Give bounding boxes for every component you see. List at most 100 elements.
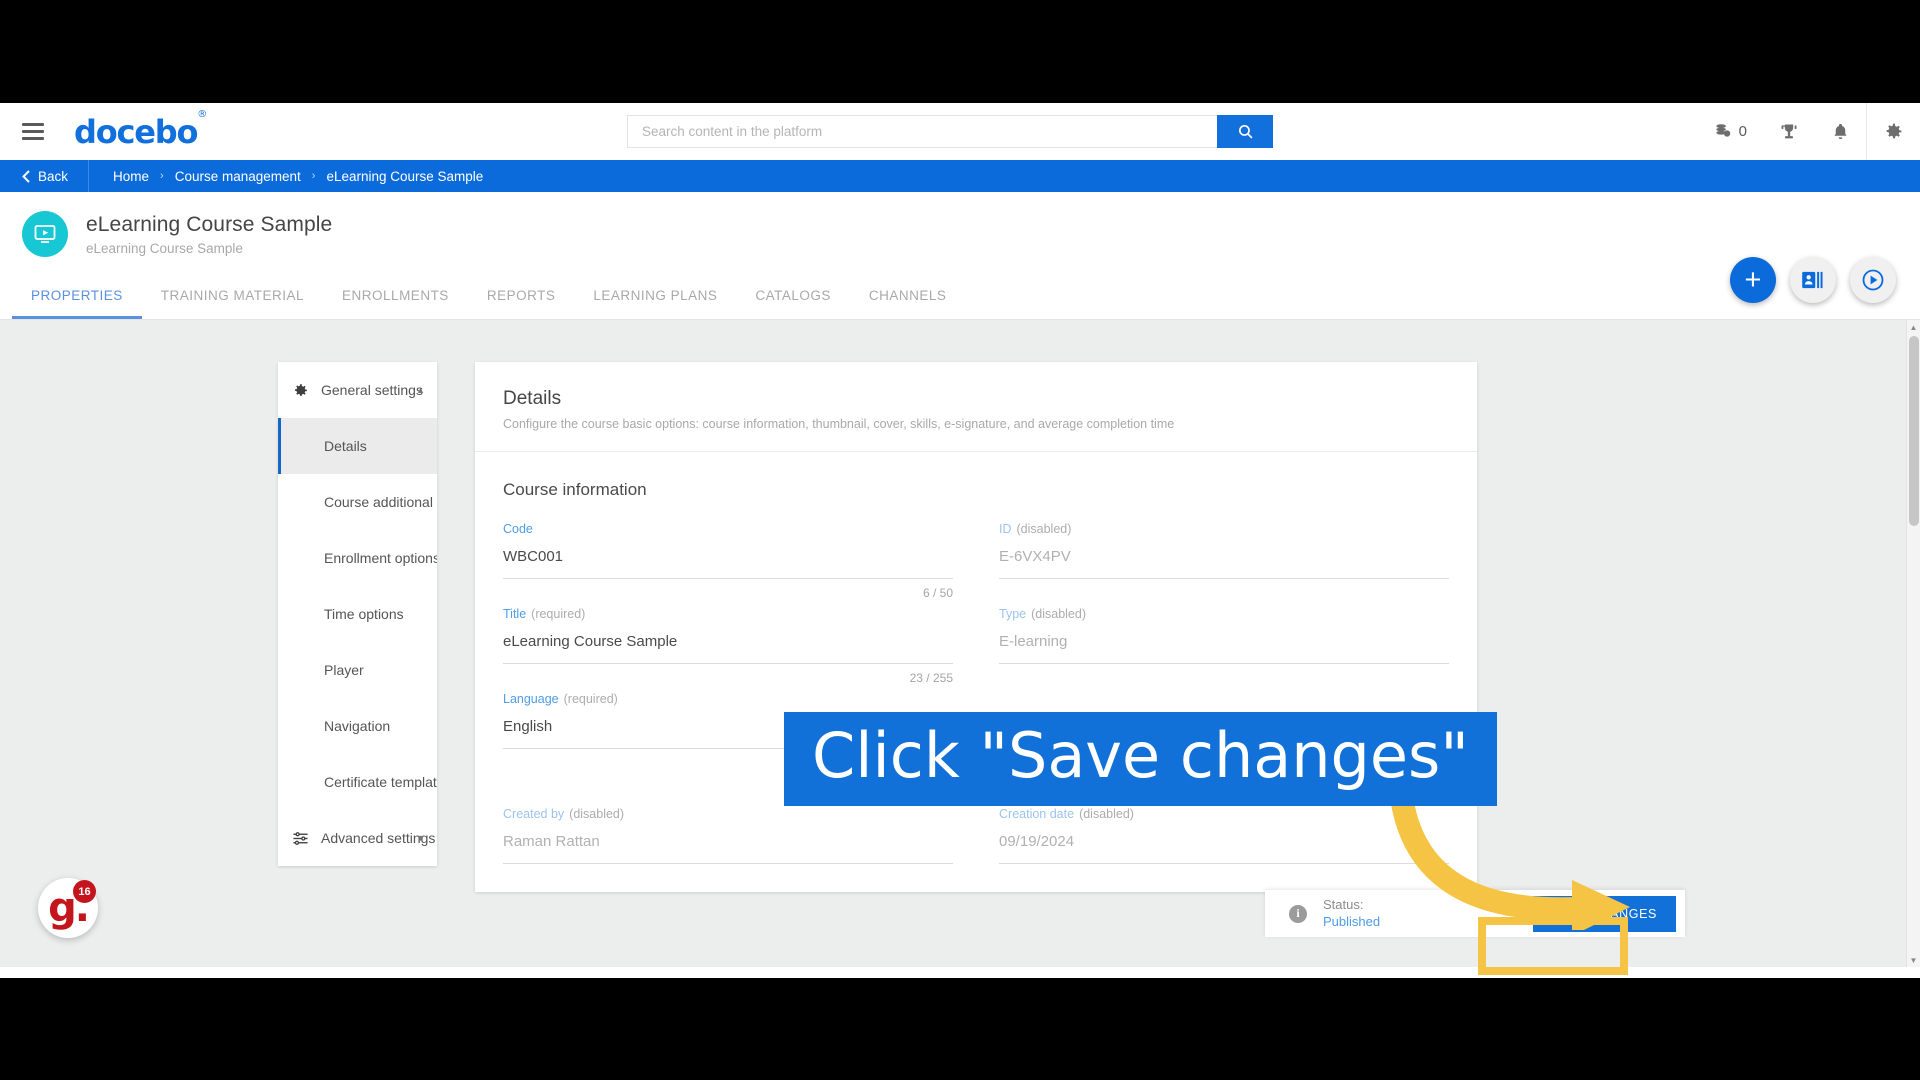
title-input[interactable]: eLearning Course Sample	[503, 633, 953, 664]
play-course-button[interactable]	[1850, 257, 1896, 303]
created-by-input: Raman Rattan	[503, 833, 953, 864]
instruction-callout: Click "Save changes"	[784, 712, 1497, 806]
code-input[interactable]: WBC001	[503, 548, 953, 579]
search-area	[627, 115, 1273, 148]
guidde-watermark[interactable]: g. 16	[38, 878, 98, 938]
tab-reports[interactable]: REPORTS	[468, 288, 575, 319]
details-heading: Details	[503, 388, 562, 409]
chevron-down-icon: ▼	[416, 833, 425, 843]
logo-trademark: ®	[197, 108, 207, 120]
scroll-up-arrow[interactable]: ▲	[1907, 320, 1920, 334]
language-hint: (required)	[563, 692, 618, 706]
hamburger-icon[interactable]	[22, 123, 44, 140]
field-row-created: Created by (disabled) Raman Rattan Creati…	[503, 807, 1449, 892]
field-label: Created by (disabled)	[503, 807, 953, 821]
play-circle-icon	[1862, 269, 1884, 291]
elearning-course-icon	[34, 225, 56, 243]
created-by-label: Created by	[503, 807, 565, 821]
header-actions: 0	[1698, 103, 1920, 160]
back-label: Back	[38, 168, 69, 184]
creation-date-hint: (disabled)	[1079, 807, 1134, 821]
field-label: Language (required)	[503, 692, 953, 706]
breadcrumb-item-home[interactable]: Home	[113, 169, 149, 184]
chevron-right-icon: ›	[160, 170, 164, 182]
id-counter	[999, 586, 1449, 601]
enroll-users-button[interactable]	[1790, 257, 1836, 303]
field-label: Title (required)	[503, 607, 953, 621]
section-title-course-information: Course information	[503, 480, 647, 499]
sidebar-group-general-settings[interactable]: General settings ▲	[278, 362, 437, 418]
search-input[interactable]	[627, 115, 1217, 148]
field-label: Type (disabled)	[999, 607, 1449, 621]
sidebar-item-details[interactable]: Details	[278, 418, 437, 474]
sidebar-group-advanced-settings[interactable]: Advanced settings ▼	[278, 810, 437, 866]
avatar	[22, 211, 68, 257]
coins-indicator[interactable]: 0	[1698, 103, 1763, 160]
coins-icon	[1716, 124, 1730, 137]
code-counter: 6 / 50	[922, 586, 953, 600]
type-input: E-learning	[999, 633, 1449, 664]
field-row-code-id: Code WBC001 6 / 50 ID (disabled) E-6VX4PV	[503, 522, 1449, 607]
created-by-hint: (disabled)	[569, 807, 625, 821]
info-icon: i	[1289, 904, 1307, 923]
course-tabs: PROPERTIES TRAINING MATERIAL ENROLLMENTS…	[0, 276, 1920, 320]
scrollbar-thumb[interactable]	[1909, 336, 1919, 526]
type-hint: (disabled)	[1031, 607, 1086, 621]
type-counter	[999, 671, 1449, 686]
tab-training-material[interactable]: TRAINING MATERIAL	[142, 288, 323, 319]
sidebar-item-certificate-templates[interactable]: Certificate templates	[278, 754, 437, 810]
details-card-header: Details Configure the course basic optio…	[475, 362, 1477, 452]
status-badge: Published	[1323, 913, 1381, 929]
title-counter: 23 / 255	[909, 671, 953, 685]
field-label: Code	[503, 522, 953, 536]
created-by-counter	[503, 871, 953, 886]
trophy-icon	[1781, 124, 1797, 138]
sidebar-item-course-additional-fields[interactable]: Course additional fields	[278, 474, 437, 530]
title-hint: (required)	[531, 607, 586, 621]
tab-channels[interactable]: CHANNELS	[850, 288, 966, 319]
sidebar-item-enrollment-options[interactable]: Enrollment options	[278, 530, 437, 586]
search-button[interactable]	[1217, 115, 1273, 148]
sidebar-item-navigation[interactable]: Navigation	[278, 698, 437, 754]
field-title: Title (required) eLearning Course Sample …	[503, 607, 953, 692]
admin-settings-button[interactable]	[1867, 103, 1920, 160]
sidebar-item-player[interactable]: Player	[278, 642, 437, 698]
gear-icon	[292, 382, 314, 399]
page-subtitle: eLearning Course Sample	[86, 240, 243, 256]
gamification-button[interactable]	[1763, 103, 1815, 160]
settings-sidebar: General settings ▲ Details Course additi…	[278, 362, 437, 866]
breadcrumb-item-course-management[interactable]: Course management	[175, 169, 301, 184]
details-card: Details Configure the course basic optio…	[475, 362, 1477, 892]
top-header: docebo® 0	[0, 103, 1920, 160]
floating-action-buttons: +	[1730, 257, 1896, 303]
tab-learning-plans[interactable]: LEARNING PLANS	[574, 288, 736, 319]
chevron-up-icon: ▲	[416, 385, 425, 395]
scroll-down-arrow[interactable]: ▼	[1907, 953, 1920, 967]
title-label: Title	[503, 607, 527, 621]
coins-count: 0	[1738, 123, 1747, 140]
logo-text: docebo	[74, 112, 198, 151]
creation-date-input: 09/19/2024	[999, 833, 1449, 864]
id-hint: (disabled)	[1016, 522, 1072, 536]
pointer-arrow-icon	[1390, 790, 1630, 930]
status-label: Status:	[1323, 897, 1364, 913]
tab-properties[interactable]: PROPERTIES	[12, 288, 142, 319]
tab-enrollments[interactable]: ENROLLMENTS	[323, 288, 468, 319]
notifications-button[interactable]	[1815, 103, 1866, 160]
breadcrumb: Home › Course management › eLearning Cou…	[89, 169, 483, 184]
details-description: Configure the course basic options: cour…	[503, 417, 1175, 431]
field-type: Type (disabled) E-learning	[999, 607, 1449, 692]
language-label: Language	[503, 692, 559, 706]
tab-catalogs[interactable]: CATALOGS	[736, 288, 850, 319]
chevron-left-icon	[22, 169, 30, 183]
vertical-scrollbar[interactable]: ▲ ▼	[1906, 320, 1920, 967]
field-creation-date: Creation date (disabled) 09/19/2024	[999, 807, 1449, 892]
field-id: ID (disabled) E-6VX4PV	[999, 522, 1449, 607]
type-label: Type	[999, 607, 1027, 621]
back-button[interactable]: Back	[0, 160, 90, 192]
gear-icon	[1886, 123, 1902, 139]
add-button[interactable]: +	[1730, 257, 1776, 303]
sidebar-item-time-options[interactable]: Time options	[278, 586, 437, 642]
breadcrumb-bar: Back Home › Course management › eLearnin…	[0, 160, 1920, 192]
docebo-logo[interactable]: docebo®	[74, 109, 207, 151]
